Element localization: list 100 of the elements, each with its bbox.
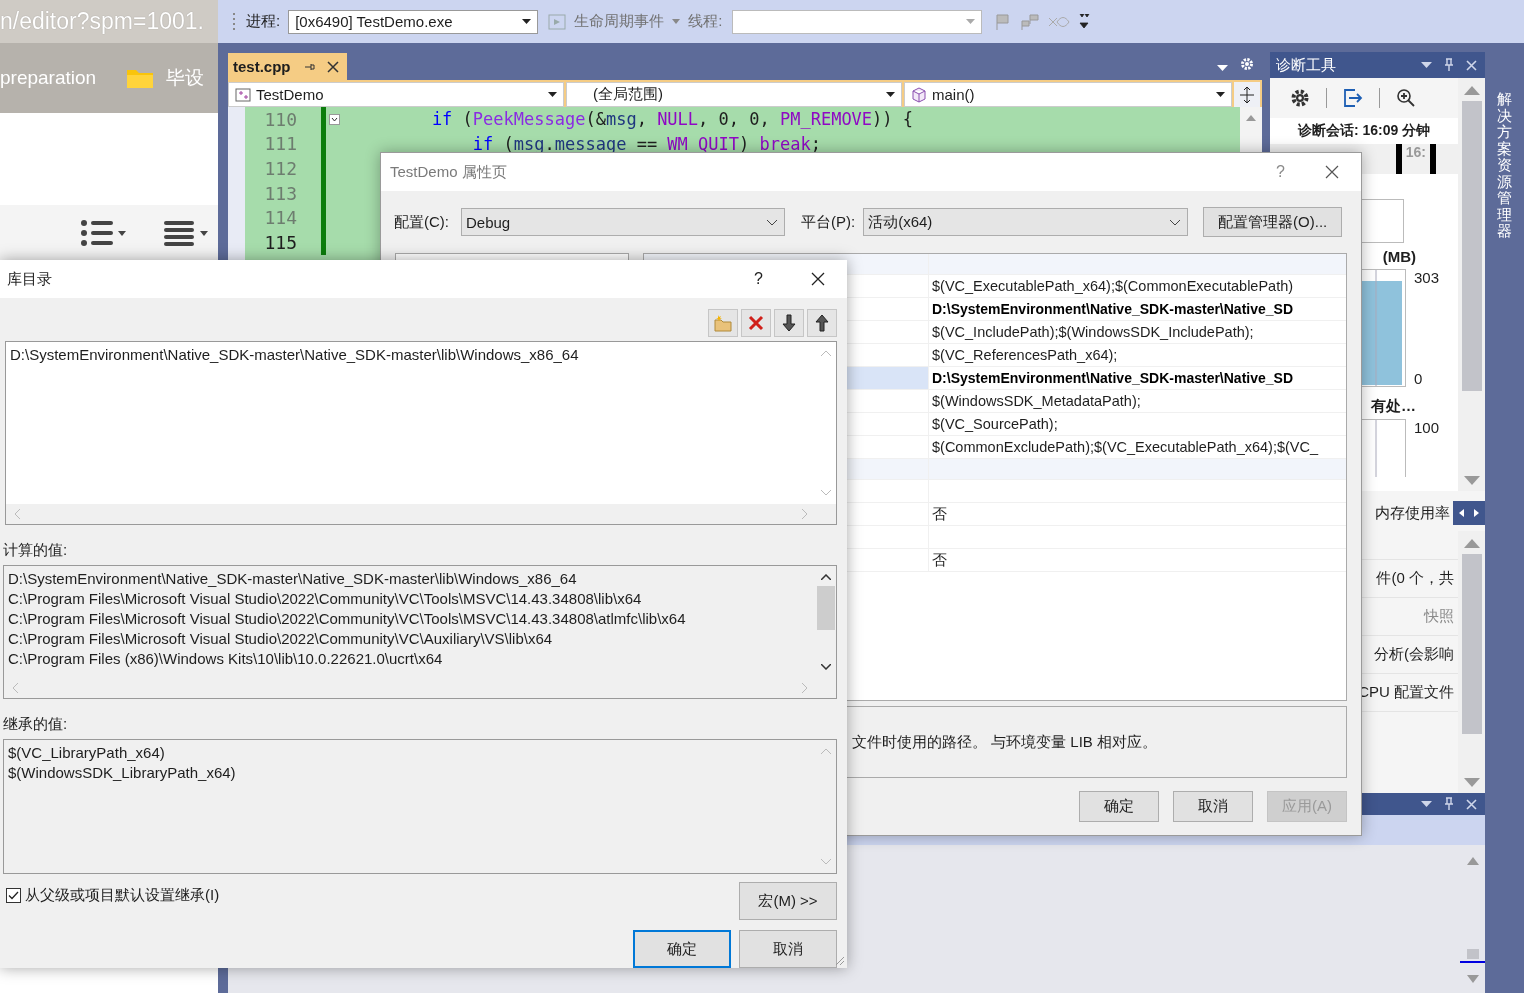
folder-icon — [126, 67, 155, 89]
chevron-icon — [766, 218, 778, 226]
scroll-thumb[interactable] — [1461, 101, 1482, 391]
platform-dropdown[interactable]: 活动(x64) — [863, 208, 1189, 236]
line-number: 112 — [263, 158, 297, 179]
thread-label: 线程: — [688, 12, 723, 31]
scrollbar[interactable] — [1458, 78, 1485, 491]
property-value[interactable]: D:\SystemEnvironment\Native_SDK-master\Native_SD — [929, 298, 1293, 320]
computed-path: C:\Program Files\Microsoft Visual Studio\2022\Community\VC\Auxiliary\VS\lib\x64 — [8, 629, 554, 649]
checkbox-label[interactable]: 从父级或项目默认设置继承(I) — [25, 886, 220, 905]
process-dropdown[interactable]: [0x6490] TestDemo.exe — [288, 9, 539, 34]
solution-explorer-tab[interactable]: 解决方案资源管理器 — [1497, 91, 1512, 993]
process-label: 进程: — [246, 12, 281, 31]
dropdown-icon[interactable] — [1421, 62, 1432, 68]
scroll-down-icon[interactable] — [820, 664, 831, 670]
lifecycle-events-menu[interactable]: 生命周期事件 — [574, 12, 665, 31]
code-line: if (PeekMessage(&msg, NULL, 0, 0, PM_REMOVE)) { — [431, 109, 914, 130]
checkbox[interactable] — [6, 888, 21, 903]
config-label: 配置(C): — [394, 212, 449, 232]
split-icon — [1239, 85, 1255, 104]
line-number: 111 — [263, 133, 297, 155]
dialog-button[interactable]: 取消 — [1173, 791, 1253, 822]
property-value[interactable]: $(VC_ExecutablePath_x64);$(CommonExecutablePath) — [929, 275, 1294, 297]
axis-label: 0 — [1414, 370, 1424, 387]
scroll-thumb[interactable] — [1461, 554, 1482, 734]
project-dropdown[interactable]: TestDemo — [228, 82, 564, 107]
property-value[interactable]: $(VC_SourcePath); — [929, 413, 1058, 435]
settings-icon[interactable] — [1290, 88, 1310, 108]
down-arrow-icon — [782, 314, 796, 332]
macros-button[interactable]: 宏(M) >> — [739, 882, 837, 920]
panel-title: 诊断工具 — [1276, 55, 1336, 75]
cpu-chart-title: 有处… — [1370, 395, 1417, 416]
property-value[interactable]: 否 — [929, 549, 947, 571]
property-value[interactable]: 否 — [929, 503, 947, 525]
scroll-up-icon[interactable] — [820, 574, 831, 580]
dialog-button[interactable]: 确定 — [633, 930, 731, 968]
computed-path: C:\Program Files (x86)\Windows Kits\10\lib\10.0.22621.0\ucrt\x64 — [8, 649, 444, 669]
toolbar-grip-icon — [232, 10, 238, 33]
resize-grip-icon[interactable] — [835, 956, 845, 966]
scroll-thumb[interactable] — [1466, 949, 1479, 959]
line-number: 110 — [263, 108, 297, 130]
property-value[interactable]: $(WindowsSDK_MetadataPath); — [929, 390, 1141, 412]
overflow-icon[interactable] — [1078, 12, 1091, 31]
split-button[interactable] — [1234, 82, 1260, 107]
computed-values-label: 计算的值: — [3, 541, 69, 560]
inherited-path: $(VC_LibraryPath_x64) — [8, 743, 166, 763]
property-value[interactable]: $(VC_IncludePath);$(WindowsSDK_IncludePath); — [929, 321, 1254, 343]
dropdown-icon[interactable] — [1217, 65, 1228, 71]
axis-label: 100 — [1414, 419, 1441, 436]
computed-path: C:\Program Files\Microsoft Visual Studio\2022\Community\VC\Tools\MSVC\14.43.34808\atlmfc\lib\x64 — [8, 609, 687, 629]
caret-icon — [672, 19, 681, 24]
directory-entry[interactable]: D:\SystemEnvironment\Native_SDK-master\Native_SDK-master\lib\Windows_x86_64 — [10, 345, 811, 365]
property-value[interactable]: D:\SystemEnvironment\Native_SDK-master\Native_SD — [929, 367, 1293, 389]
caret-icon — [1216, 92, 1225, 97]
zoom-in-icon[interactable] — [1396, 88, 1416, 108]
help-button[interactable]: ? — [754, 270, 763, 288]
check-icon — [8, 891, 19, 900]
document-tab[interactable]: test.cpp — [228, 53, 347, 80]
pin-icon[interactable] — [1444, 58, 1454, 72]
move-up-button[interactable] — [807, 309, 837, 337]
tab-scroll-buttons[interactable] — [1453, 501, 1485, 525]
scope-dropdown[interactable]: (全局范围) — [566, 82, 902, 107]
platform-label: 平台(P): — [801, 212, 856, 232]
property-description: 文件时使用的路径。 与环境变量 LIB 相对应。 — [852, 732, 1158, 752]
session-duration: 诊断会话: 16:09 分钟 — [1296, 121, 1432, 140]
move-down-button[interactable] — [774, 309, 804, 337]
collapse-icon[interactable] — [328, 113, 340, 125]
close-icon[interactable] — [326, 60, 339, 73]
scroll-thumb[interactable] — [816, 586, 835, 630]
chevron-icon — [1169, 218, 1182, 226]
dropdown-icon[interactable] — [1421, 801, 1432, 807]
dialog-title: TestDemo 属性页 — [390, 162, 507, 182]
delete-icon — [747, 314, 765, 332]
close-icon[interactable] — [811, 272, 825, 286]
line-number: 115 — [263, 231, 297, 253]
caret-icon — [522, 19, 532, 24]
line-number: 113 — [263, 182, 297, 204]
configuration-dropdown[interactable]: Debug — [461, 208, 785, 236]
dialog-button[interactable]: 确定 — [1079, 791, 1159, 822]
axis-label: 303 — [1414, 269, 1441, 286]
diagnostic-option[interactable]: 件(0 个，共 — [1376, 569, 1454, 588]
arrows-icon — [1458, 508, 1480, 518]
line-number: 114 — [263, 207, 297, 229]
export-icon[interactable] — [1343, 89, 1363, 107]
computed-path: C:\Program Files\Microsoft Visual Studio\2022\Community\VC\Tools\MSVC\14.43.34808\lib\x64 — [8, 589, 643, 609]
inherited-values-label: 继承的值: — [3, 715, 69, 734]
caret-icon — [966, 19, 976, 24]
delete-button[interactable] — [741, 309, 771, 337]
dialog-button[interactable]: 取消 — [739, 930, 837, 968]
directory-list[interactable]: D:\SystemEnvironment\Native_SDK-master\Native_SDK-master\lib\Windows_x86_64 — [5, 341, 837, 525]
member-dropdown[interactable]: main() — [904, 82, 1232, 107]
close-icon[interactable] — [1325, 165, 1339, 179]
memory-usage-tab[interactable]: 内存使用率 — [1372, 503, 1453, 523]
caret-icon — [548, 92, 557, 97]
property-value[interactable]: $(CommonExcludePath);$(VC_ExecutablePath_x64);$(VC_ — [929, 436, 1319, 458]
property-value[interactable]: $(VC_ReferencesPath_x64); — [929, 344, 1118, 366]
configuration-manager-button[interactable]: 配置管理器(O)... — [1203, 207, 1343, 237]
diagnostic-option[interactable]: 分析(会影响 — [1374, 645, 1454, 664]
pin-icon[interactable] — [1444, 797, 1454, 811]
caret-icon — [886, 92, 895, 97]
